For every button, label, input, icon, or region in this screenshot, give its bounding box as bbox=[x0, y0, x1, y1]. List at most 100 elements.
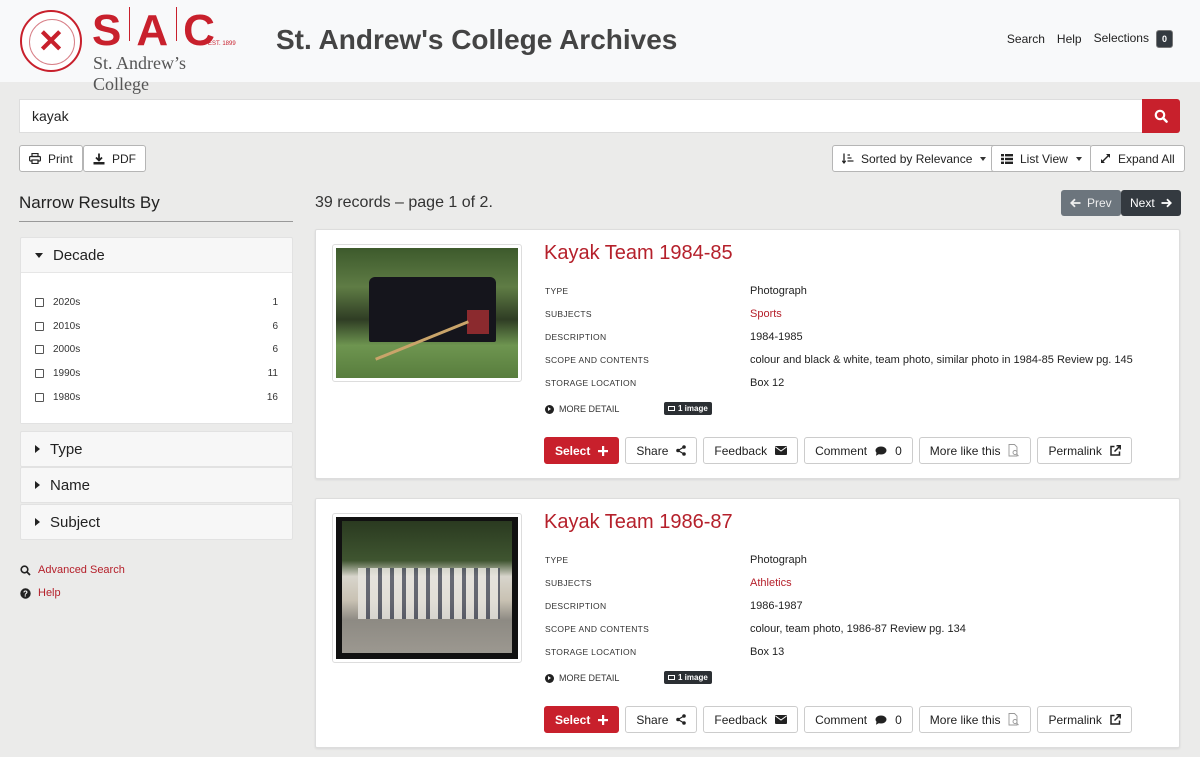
expand-label: Expand All bbox=[1118, 151, 1175, 166]
advanced-search-label: Advanced Search bbox=[38, 564, 125, 576]
facet-name-toggle[interactable]: Name bbox=[21, 468, 292, 502]
scope-label: Scope and Contents bbox=[545, 354, 650, 365]
comment-icon bbox=[875, 715, 887, 725]
comment-button[interactable]: Comment 0 bbox=[804, 437, 913, 464]
permalink-button[interactable]: Permalink bbox=[1037, 437, 1132, 464]
facet-option[interactable]: 1980s 16 bbox=[35, 385, 278, 409]
pdf-button[interactable]: PDF bbox=[83, 145, 146, 172]
record-actions: Select Share Feedback Comment 0 More like… bbox=[544, 706, 1138, 733]
subject-link[interactable]: Athletics bbox=[750, 577, 792, 589]
feedback-button[interactable]: Feedback bbox=[703, 706, 799, 733]
type-label: Type bbox=[545, 554, 569, 565]
search-input[interactable] bbox=[19, 99, 1142, 133]
select-button[interactable]: Select bbox=[544, 437, 620, 464]
scope-value: colour, team photo, 1986-87 Review pg. 1… bbox=[750, 622, 966, 635]
share-button[interactable]: Share bbox=[625, 706, 698, 733]
logo-letter: C bbox=[183, 6, 217, 55]
logo-letter: S bbox=[92, 6, 124, 55]
permalink-button[interactable]: Permalink bbox=[1037, 706, 1132, 733]
more-detail-toggle[interactable]: MORE DETAIL bbox=[545, 673, 619, 683]
site-title[interactable]: St. Andrew's College Archives bbox=[276, 24, 677, 56]
select-button[interactable]: Select bbox=[544, 706, 620, 733]
more-detail-label: MORE DETAIL bbox=[559, 673, 620, 683]
record-title-link[interactable]: Kayak Team 1986-87 bbox=[544, 511, 733, 534]
record-metadata: Type Photograph Subjects Athletics Descrip… bbox=[545, 548, 1165, 663]
caret-down-icon bbox=[980, 156, 987, 161]
share-label: Share bbox=[636, 443, 669, 458]
view-dropdown[interactable]: List View bbox=[991, 145, 1092, 172]
result-thumbnail[interactable] bbox=[332, 244, 522, 382]
external-link-icon bbox=[1110, 714, 1121, 725]
logo-letter: A bbox=[136, 6, 171, 55]
next-page-button[interactable]: Next bbox=[1121, 190, 1181, 216]
facet-option-label: 2020s bbox=[53, 297, 81, 309]
sort-label: Sorted by Relevance bbox=[861, 151, 973, 166]
checkbox[interactable] bbox=[35, 321, 44, 331]
comment-button[interactable]: Comment 0 bbox=[804, 706, 913, 733]
question-circle-icon: ? bbox=[20, 587, 31, 599]
team-photo-image bbox=[336, 517, 518, 659]
facet-label: Type bbox=[50, 440, 83, 458]
more-like-label: More like this bbox=[929, 443, 1001, 458]
facet-decade-options: 2020s 1 2010s 6 2000s 6 1990s 11 1980s 16 bbox=[21, 272, 292, 423]
search-icon bbox=[20, 564, 31, 576]
view-label: List View bbox=[1020, 151, 1068, 166]
prev-page-button[interactable]: Prev bbox=[1061, 190, 1121, 216]
permalink-label: Permalink bbox=[1048, 443, 1102, 458]
checkbox[interactable] bbox=[35, 392, 44, 402]
facet-option-label: 2000s bbox=[53, 344, 81, 356]
top-nav: Search Help Selections 0 bbox=[995, 30, 1173, 48]
feedback-button[interactable]: Feedback bbox=[703, 437, 799, 464]
select-label: Select bbox=[555, 712, 591, 727]
nav-help-link[interactable]: Help bbox=[1057, 32, 1082, 46]
facet-option-count: 1 bbox=[272, 297, 278, 309]
caret-right-icon bbox=[35, 445, 40, 453]
expand-all-button[interactable]: Expand All bbox=[1090, 145, 1185, 172]
record-actions: Select Share Feedback Comment 0 More like… bbox=[544, 437, 1138, 464]
subjects-label: Subjects bbox=[545, 308, 592, 319]
more-like-this-button[interactable]: More like this bbox=[918, 437, 1032, 464]
subject-link[interactable]: Sports bbox=[750, 308, 782, 320]
chevron-circle-right-icon bbox=[545, 404, 554, 414]
permalink-label: Permalink bbox=[1048, 712, 1102, 727]
checkbox[interactable] bbox=[35, 298, 44, 308]
facet-name: Name bbox=[20, 467, 293, 503]
pdf-label: PDF bbox=[112, 151, 136, 166]
facet-option[interactable]: 2000s 6 bbox=[35, 338, 278, 362]
help-link[interactable]: ? Help bbox=[20, 587, 61, 599]
search-icon bbox=[1154, 109, 1168, 123]
sort-dropdown[interactable]: Sorted by Relevance bbox=[832, 145, 997, 172]
description-value: 1986-1987 bbox=[750, 599, 803, 612]
narrow-results-heading: Narrow Results By bbox=[19, 193, 293, 222]
nav-selections-link[interactable]: Selections 0 bbox=[1094, 30, 1173, 48]
share-button[interactable]: Share bbox=[625, 437, 698, 464]
more-detail-toggle[interactable]: MORE DETAIL bbox=[545, 404, 619, 414]
storage-value: Box 13 bbox=[750, 645, 785, 658]
record-title-link[interactable]: Kayak Team 1984-85 bbox=[544, 242, 733, 265]
type-value: Photograph bbox=[750, 284, 807, 297]
more-like-this-button[interactable]: More like this bbox=[918, 706, 1032, 733]
facet-subject-toggle[interactable]: Subject bbox=[21, 505, 292, 539]
facet-option[interactable]: 2010s 6 bbox=[35, 315, 278, 339]
caret-down-icon bbox=[1075, 156, 1082, 161]
search-button[interactable] bbox=[1142, 99, 1180, 133]
result-thumbnail[interactable] bbox=[332, 513, 522, 663]
checkbox[interactable] bbox=[35, 369, 44, 379]
facet-option-label: 1990s bbox=[53, 368, 81, 380]
comment-count: 0 bbox=[895, 443, 902, 458]
facet-option[interactable]: 2020s 1 bbox=[35, 291, 278, 315]
share-label: Share bbox=[636, 712, 669, 727]
image-icon bbox=[668, 675, 675, 680]
caret-right-icon bbox=[35, 518, 40, 526]
facet-label: Name bbox=[50, 476, 91, 494]
sac-logo[interactable]: ✕ SAC EST. 1899 St. Andrew’s College bbox=[20, 6, 240, 94]
advanced-search-link[interactable]: Advanced Search bbox=[20, 564, 125, 576]
facet-decade-toggle[interactable]: Decade bbox=[21, 238, 292, 272]
nav-search-link[interactable]: Search bbox=[1007, 32, 1045, 46]
facet-type-toggle[interactable]: Type bbox=[21, 432, 292, 466]
facet-label: Decade bbox=[53, 246, 105, 264]
external-link-icon bbox=[1110, 445, 1121, 456]
print-button[interactable]: Print bbox=[19, 145, 83, 172]
checkbox[interactable] bbox=[35, 345, 44, 355]
facet-option[interactable]: 1990s 11 bbox=[35, 362, 278, 386]
